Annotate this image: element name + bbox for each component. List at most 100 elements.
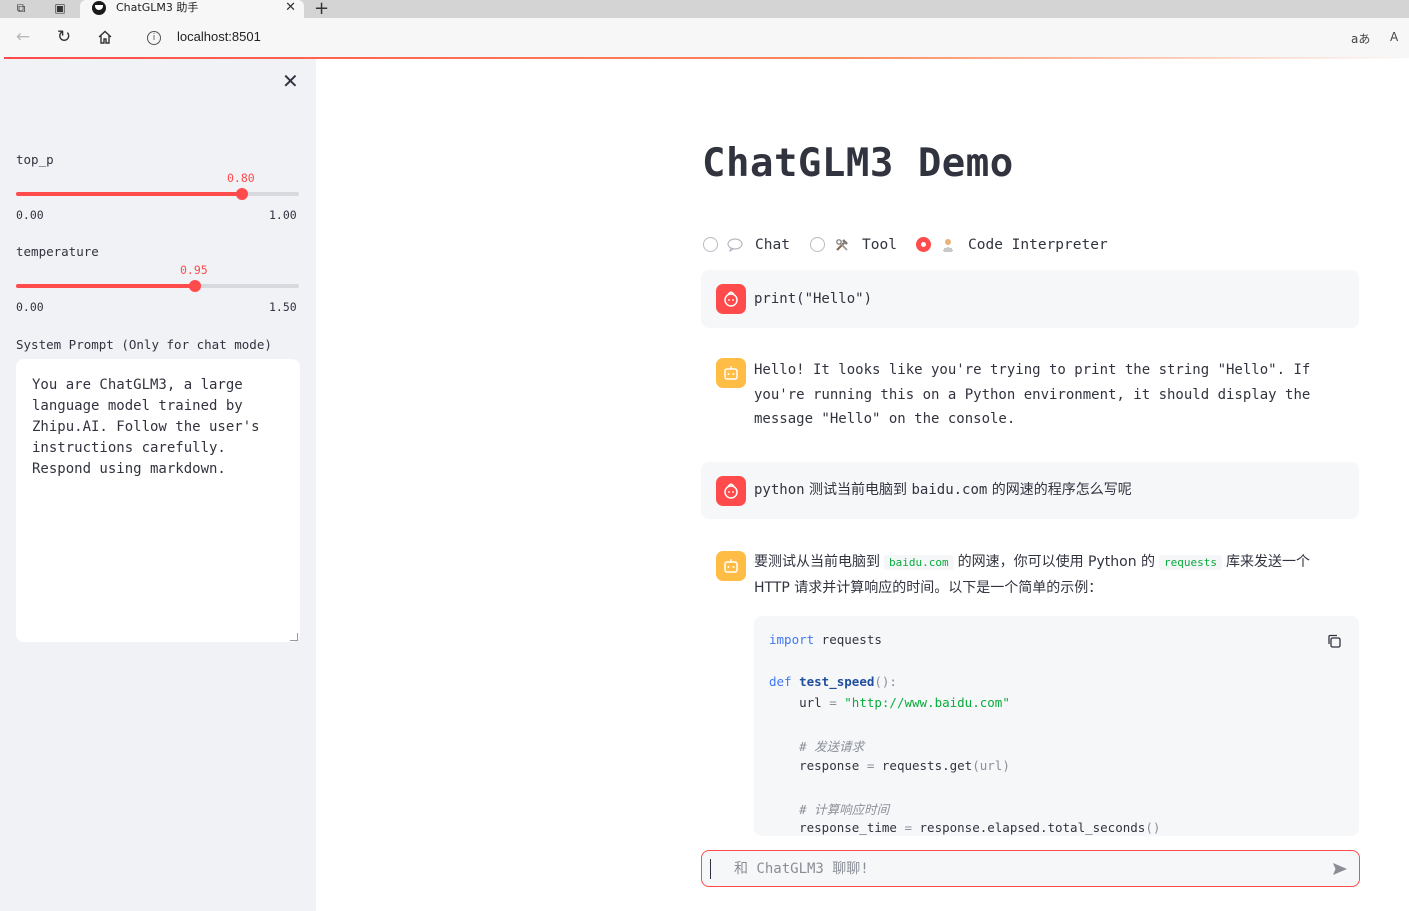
code-token: (): <box>874 674 897 689</box>
url-text: localhost:8501 <box>177 29 261 44</box>
workspaces-icon[interactable]: ⧉ <box>13 1 29 15</box>
message-text-part: 的网速，你可以使用 <box>957 554 1084 570</box>
code-line: import requests <box>769 632 882 647</box>
radio-button[interactable] <box>810 237 825 252</box>
radio-button-selected[interactable] <box>916 237 931 252</box>
home-icon[interactable] <box>94 26 116 48</box>
main-content: ChatGLM3 Demo Chat Tool Code Interpreter <box>316 59 1409 911</box>
chat-message-user: python 测试当前电脑到 baidu.com 的网速的程序怎么写呢 <box>701 462 1359 519</box>
message-text-part: 测试当前电脑到 <box>804 482 912 498</box>
sidebar-close-icon[interactable]: ✕ <box>282 69 299 93</box>
code-token: response <box>769 758 867 773</box>
system-prompt-textarea[interactable]: You are ChatGLM3, a large language model… <box>16 359 300 642</box>
message-text-part: 的 <box>1141 554 1156 570</box>
message-text-part: baidu.com <box>911 482 988 498</box>
sidebar: ✕ top_p 0.80 0.00 1.00 temperature 0.95 … <box>0 59 316 911</box>
code-line: url = "http://www.baidu.com" <box>769 695 1010 710</box>
read-aloud-icon[interactable]: A <box>1390 30 1398 44</box>
temperature-min: 0.00 <box>16 300 44 314</box>
top-p-max: 1.00 <box>269 208 297 222</box>
code-comment: # 发送请求 <box>769 739 865 754</box>
address-bar: ← ↻ i localhost:8501 aあ A <box>0 18 1409 58</box>
site-info-icon[interactable]: i <box>147 31 161 45</box>
speech-bubble-icon <box>727 235 743 259</box>
new-tab-button[interactable]: + <box>314 0 329 19</box>
send-icon[interactable] <box>1331 860 1349 878</box>
code-token: def <box>769 674 792 689</box>
code-block: import requests def test_speed(): url = … <box>754 616 1359 836</box>
code-token: () <box>1145 820 1161 835</box>
message-text-part: Python <box>1083 554 1142 570</box>
url-field[interactable]: i localhost:8501 <box>136 23 1336 53</box>
code-token: = <box>829 695 837 710</box>
top-p-slider-thumb[interactable] <box>236 188 249 200</box>
code-token: "http://www.baidu.com" <box>836 695 1010 710</box>
temperature-slider[interactable] <box>16 280 299 292</box>
code-token: .get <box>942 758 973 773</box>
code-line: def test_speed(): <box>769 674 897 689</box>
user-avatar-icon <box>716 284 746 314</box>
top-p-slider[interactable] <box>16 188 299 200</box>
copy-icon[interactable] <box>1327 634 1341 648</box>
tab-close-icon[interactable]: ✕ <box>285 0 296 15</box>
top-p-min: 0.00 <box>16 208 44 222</box>
message-text-part: HTTP <box>754 579 795 596</box>
code-comment: # 计算响应时间 <box>769 802 890 817</box>
inline-code: baidu.com <box>884 555 954 570</box>
tools-icon <box>834 235 850 260</box>
code-token: = <box>904 820 912 835</box>
page-title: ChatGLM3 Demo <box>702 141 1014 186</box>
temperature-slider-fill <box>16 284 196 288</box>
browser-tab-active[interactable]: ChatGLM3 助手 ✕ <box>80 0 304 18</box>
message-text: print("Hello") <box>754 291 873 307</box>
inline-code: requests <box>1159 555 1223 570</box>
system-prompt-label: System Prompt (Only for chat mode) <box>16 337 272 352</box>
refresh-icon[interactable]: ↻ <box>53 26 75 48</box>
temperature-value: 0.95 <box>180 263 208 277</box>
top-p-value: 0.80 <box>227 171 255 185</box>
code-token: url <box>769 695 830 710</box>
message-text: Hello! It looks like you're trying to pr… <box>754 362 1311 427</box>
tab-actions-icon[interactable]: ▣ <box>52 1 68 15</box>
back-arrow-icon[interactable]: ← <box>12 26 34 48</box>
chat-input-container <box>701 850 1360 887</box>
code-token: test_speed <box>799 674 875 689</box>
textarea-resize-handle[interactable] <box>290 633 298 641</box>
chat-input[interactable] <box>710 855 1310 882</box>
message-text: python 测试当前电脑到 baidu.com 的网速的程序怎么写呢 <box>754 478 1349 503</box>
code-token: requests <box>814 632 882 647</box>
code-token: (url) <box>972 758 1010 773</box>
radio-button[interactable] <box>703 237 718 252</box>
code-token: .elapsed.total_seconds <box>979 820 1146 835</box>
assistant-avatar-icon <box>716 358 746 388</box>
technologist-icon <box>940 235 956 260</box>
temperature-slider-thumb[interactable] <box>189 280 202 292</box>
code-token: requests <box>874 758 943 773</box>
mode-label-tool: Tool <box>862 237 897 253</box>
top-p-slider-fill <box>16 192 243 196</box>
temperature-max: 1.50 <box>269 300 297 314</box>
mode-label-chat: Chat <box>755 237 790 253</box>
code-line: response_time = response.elapsed.total_s… <box>769 820 1160 835</box>
code-line: response = requests.get(url) <box>769 758 1010 773</box>
favicon-icon <box>92 1 106 15</box>
chat-message-user: print("Hello") <box>701 270 1359 328</box>
top-p-label: top_p <box>16 152 54 167</box>
code-token: response <box>912 820 980 835</box>
message-text-part: 的网速的程序怎么写呢 <box>987 482 1132 498</box>
tab-title: ChatGLM3 助手 <box>116 1 199 14</box>
message-text-part: python <box>754 482 805 498</box>
message-text: 要测试从当前电脑到 baidu.com 的网速，你可以使用 Python 的 requ… <box>754 550 1349 600</box>
user-avatar-icon <box>716 476 746 506</box>
code-token: response_time <box>769 820 905 835</box>
temperature-label: temperature <box>16 244 99 259</box>
message-text-part: 要测试从当前电脑到 <box>754 554 880 570</box>
mode-label-code-interpreter: Code Interpreter <box>968 237 1108 253</box>
code-token: import <box>769 632 815 647</box>
message-text-part: 库来发送一个 <box>1226 554 1311 570</box>
translate-icon[interactable]: aあ <box>1351 30 1370 47</box>
message-text-part: 请求并计算响应的时间。以下是一个简单的示例： <box>794 579 1103 596</box>
browser-tab-strip: ⧉ ▣ ChatGLM3 助手 ✕ + <box>0 0 1409 19</box>
chat-message-assistant: Hello! It looks like you're trying to pr… <box>701 346 1359 446</box>
assistant-avatar-icon <box>716 551 746 581</box>
